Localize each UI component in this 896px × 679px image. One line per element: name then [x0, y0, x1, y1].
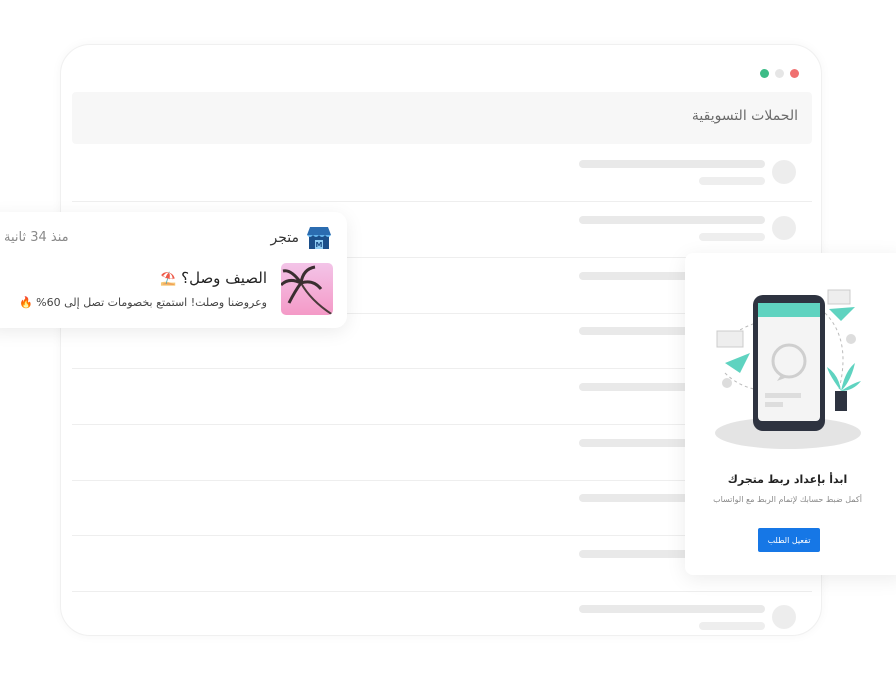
notification-title: الصيف وصل؟ ⛱️ — [160, 269, 267, 287]
umbrella-icon: ⛱️ — [160, 272, 177, 287]
phone-whatsapp-illustration — [705, 283, 875, 455]
list-item[interactable] — [72, 591, 812, 635]
placeholder-line — [579, 216, 765, 224]
store-name: متجر — [270, 230, 300, 246]
activate-order-button[interactable]: تفعيل الطلب — [758, 528, 820, 552]
placeholder-line — [699, 622, 765, 630]
notification-body: وعروضنا وصلت! استمتع بخصومات تصل إلى 60%… — [18, 296, 267, 309]
window-dot-gray[interactable] — [775, 69, 784, 78]
setup-subtitle: أكمل ضبط حسابك لإتمام الربط مع الواتساب — [713, 495, 862, 504]
placeholder-line — [699, 177, 765, 185]
whatsapp-setup-card: ابدأ بإعداد ربط متجرك أكمل ضبط حسابك لإت… — [685, 253, 896, 575]
window-controls — [760, 69, 799, 78]
push-notification-card[interactable]: M متجر منذ 34 ثانية الصيف وصل؟ ⛱️ وعروضن… — [0, 212, 347, 328]
notification-time: منذ 34 ثانية — [4, 230, 69, 245]
list-item[interactable] — [72, 146, 812, 202]
window-dot-red[interactable] — [790, 69, 799, 78]
avatar — [772, 160, 796, 184]
page-title: الحملات التسويقية — [691, 108, 798, 124]
palm-tree-image — [281, 263, 333, 315]
setup-title: ابدأ بإعداد ربط متجرك — [727, 473, 848, 486]
placeholder-line — [579, 160, 765, 168]
avatar — [772, 216, 796, 240]
window-dot-green[interactable] — [760, 69, 769, 78]
store-icon: M — [305, 225, 333, 251]
placeholder-line — [579, 605, 765, 613]
placeholder-line — [699, 233, 765, 241]
avatar — [772, 605, 796, 629]
notification-title-text: الصيف وصل؟ — [181, 269, 267, 287]
header-bar: الحملات التسويقية — [72, 92, 812, 144]
svg-text:M: M — [316, 241, 323, 249]
